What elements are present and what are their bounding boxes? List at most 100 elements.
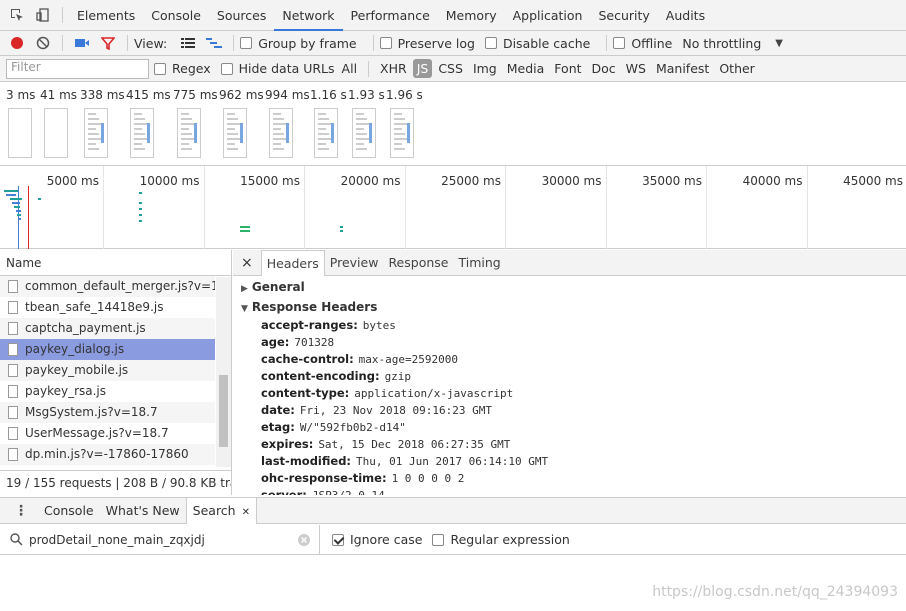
- close-detail-icon[interactable]: ×: [233, 255, 261, 271]
- regular-expression-option[interactable]: Regular expression: [432, 532, 570, 547]
- tab-performance[interactable]: Performance: [343, 0, 438, 31]
- response-headers-section[interactable]: ▼ Response Headers: [233, 297, 906, 317]
- large-rows-icon[interactable]: [175, 30, 201, 56]
- filter-type-img[interactable]: Img: [469, 59, 501, 78]
- frame-time-label: 415 ms: [126, 88, 171, 102]
- preserve-log-checkbox[interactable]: [379, 37, 392, 49]
- group-by-frame-checkbox[interactable]: [240, 37, 253, 49]
- device-toolbar-icon[interactable]: [30, 2, 56, 28]
- tab-console[interactable]: Console: [143, 0, 209, 31]
- frame-thumbnail[interactable]: [223, 108, 247, 158]
- tab-elements[interactable]: Elements: [69, 0, 143, 31]
- clear-search-icon[interactable]: [297, 533, 311, 547]
- request-row[interactable]: dp.min.js?v=-17860-17860: [0, 444, 215, 465]
- hide-data-urls-checkbox[interactable]: [220, 62, 233, 75]
- regular-expression-checkbox[interactable]: [432, 533, 445, 546]
- overview-gridline: [706, 166, 707, 249]
- tab-audits[interactable]: Audits: [658, 0, 713, 31]
- offline-checkbox[interactable]: [613, 37, 626, 49]
- filter-type-manifest[interactable]: Manifest: [652, 59, 713, 78]
- request-name: paykey_mobile.js: [25, 363, 129, 377]
- search-box[interactable]: prodDetail_none_main_zqxjdj: [0, 524, 320, 555]
- preserve-log-option[interactable]: Preserve log: [379, 36, 475, 51]
- request-row[interactable]: tbean_safe_14418e9.js: [0, 297, 215, 318]
- request-row[interactable]: paykey_rsa.js: [0, 381, 215, 402]
- frame-thumbnail[interactable]: [130, 108, 154, 158]
- name-column-header[interactable]: Name: [0, 250, 231, 276]
- detail-tab-timing[interactable]: Timing: [453, 250, 505, 276]
- filter-type-other[interactable]: Other: [715, 59, 759, 78]
- disable-cache-option[interactable]: Disable cache: [484, 35, 591, 51]
- overview-tick-label: 15000 ms: [240, 174, 300, 188]
- record-button[interactable]: [4, 30, 30, 56]
- tab-application[interactable]: Application: [505, 0, 591, 31]
- filter-type-ws[interactable]: WS: [622, 59, 650, 78]
- request-row[interactable]: common_default_merger.js?v=18.7: [0, 276, 215, 297]
- scrollbar-thumb[interactable]: [219, 375, 228, 447]
- filter-type-xhr[interactable]: XHR: [376, 59, 411, 78]
- tab-memory[interactable]: Memory: [438, 0, 505, 31]
- filter-funnel-icon[interactable]: [95, 30, 121, 56]
- tab-network[interactable]: Network: [274, 0, 343, 31]
- drawer-tab-label: What's New: [105, 502, 180, 518]
- disable-cache-label: Disable cache: [502, 35, 591, 51]
- filter-type-all[interactable]: All: [338, 59, 362, 78]
- header-key: etag:: [261, 420, 295, 434]
- request-row[interactable]: paykey_dialog.js: [0, 339, 215, 360]
- hide-data-urls-option[interactable]: Hide data URLs: [220, 61, 335, 76]
- drawer-tab-console[interactable]: Console: [38, 498, 100, 524]
- file-icon: [8, 280, 18, 293]
- frame-thumbnail[interactable]: [84, 108, 108, 158]
- filter-type-doc[interactable]: Doc: [588, 59, 620, 78]
- filter-type-font[interactable]: Font: [550, 59, 585, 78]
- detail-tab-preview[interactable]: Preview: [325, 250, 384, 276]
- request-row[interactable]: MsgSystem.js?v=18.7: [0, 402, 215, 423]
- offline-option[interactable]: Offline: [613, 36, 672, 51]
- response-header-row: expires: Sat, 15 Dec 2018 06:27:35 GMT: [233, 436, 906, 453]
- request-list-scrollbar[interactable]: [216, 277, 231, 467]
- throttling-select[interactable]: No throttling: [682, 36, 761, 51]
- frame-thumbnail[interactable]: [390, 108, 414, 158]
- filter-type-media[interactable]: Media: [503, 59, 549, 78]
- request-row[interactable]: paykey_mobile.js: [0, 360, 215, 381]
- filter-type-js[interactable]: JS: [412, 59, 433, 78]
- tab-sources[interactable]: Sources: [209, 0, 274, 31]
- inspect-element-icon[interactable]: [4, 2, 30, 28]
- waterfall-view-icon[interactable]: [201, 30, 227, 56]
- capture-screenshots-icon[interactable]: [69, 30, 95, 56]
- request-row[interactable]: UserMessage.js?v=18.7: [0, 423, 215, 444]
- frame-thumbnail[interactable]: [269, 108, 293, 158]
- timeline-overview[interactable]: 5000 ms 10000 ms 15000 ms 20000 ms 25000 ms 3…: [0, 166, 906, 249]
- disable-cache-checkbox[interactable]: [484, 37, 497, 49]
- regular-expression-label: Regular expression: [450, 532, 570, 547]
- frame-thumbnail[interactable]: [314, 108, 338, 158]
- ignore-case-option[interactable]: Ignore case: [332, 532, 422, 547]
- overview-tick-label: 25000 ms: [441, 174, 501, 188]
- group-by-frame-option[interactable]: Group by frame: [240, 36, 357, 51]
- frame-thumbnail[interactable]: [352, 108, 376, 158]
- drawer-menu-icon[interactable]: ⋮: [0, 503, 38, 519]
- search-input[interactable]: prodDetail_none_main_zqxjdj: [29, 533, 297, 547]
- request-row[interactable]: captcha_payment.js: [0, 318, 215, 339]
- filter-input[interactable]: Filter: [6, 58, 149, 79]
- drawer-tab-search[interactable]: Search ✕: [185, 497, 257, 524]
- frame-thumbnail[interactable]: [177, 108, 201, 158]
- frame-time-label: 41 ms: [40, 88, 78, 102]
- tab-security[interactable]: Security: [590, 0, 657, 31]
- clear-button[interactable]: [30, 30, 56, 56]
- general-section[interactable]: ▶ General: [233, 277, 906, 297]
- request-name: MsgSystem.js?v=18.7: [25, 405, 158, 419]
- view-label: View:: [134, 35, 168, 51]
- ignore-case-checkbox[interactable]: [332, 533, 344, 546]
- detail-tab-response[interactable]: Response: [383, 250, 453, 276]
- detail-tab-headers[interactable]: Headers: [260, 250, 325, 276]
- filter-type-css[interactable]: CSS: [434, 59, 467, 78]
- regex-option[interactable]: Regex: [154, 61, 211, 76]
- throttling-dropdown-icon[interactable]: ▼: [775, 38, 783, 49]
- close-search-icon[interactable]: ✕: [242, 507, 250, 518]
- frame-thumbnail[interactable]: [8, 108, 32, 158]
- drawer-tab-what-s-new[interactable]: What's New: [100, 498, 186, 524]
- regex-checkbox[interactable]: [154, 62, 166, 75]
- drawer-tab-label: Console: [44, 502, 94, 518]
- frame-thumbnail[interactable]: [44, 108, 68, 158]
